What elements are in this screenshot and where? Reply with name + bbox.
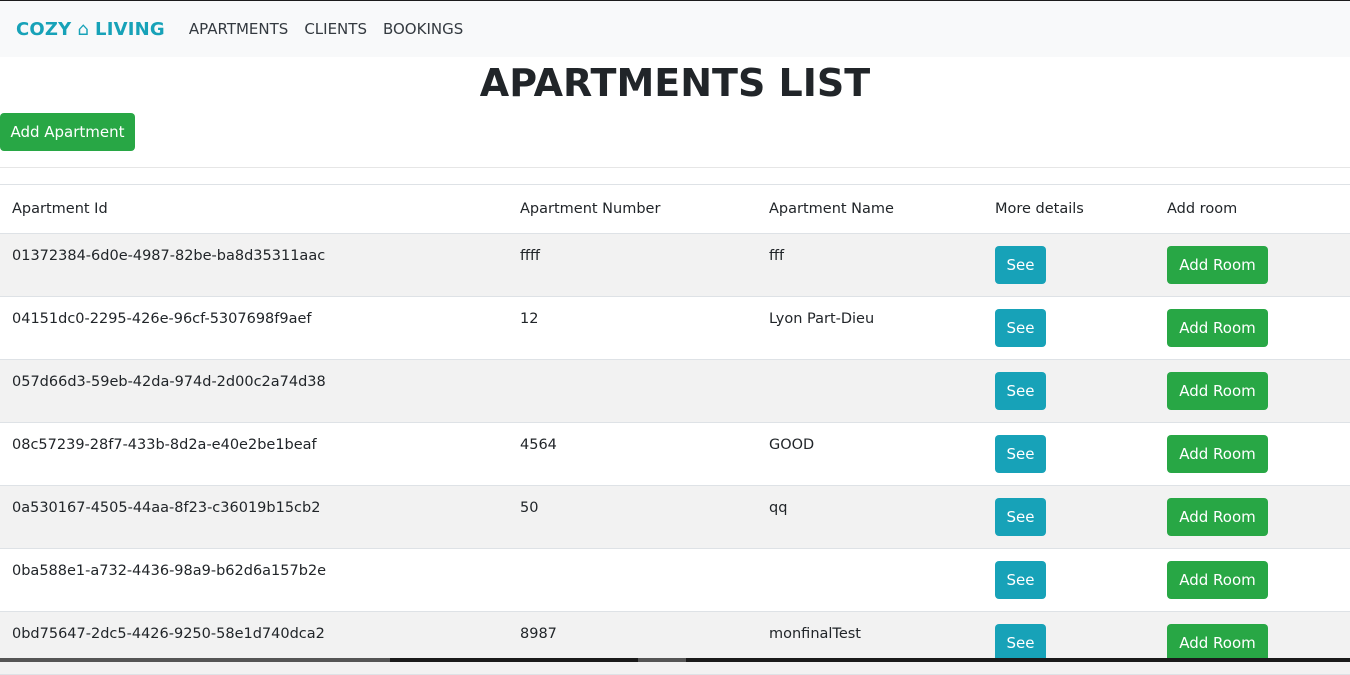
nav-link-clients[interactable]: CLIENTS [304,20,367,38]
cell-apartment-number: ffff [520,248,540,264]
scrollbar-thumb[interactable] [0,658,390,662]
add-apartment-button[interactable]: Add Apartment [0,113,135,151]
header-more-details: More details [983,184,1155,234]
cell-apartment-name: qq [769,500,788,516]
cell-apartment-number: 4564 [520,437,557,453]
add-room-button[interactable]: Add Room [1167,372,1268,410]
add-room-button[interactable]: Add Room [1167,561,1268,599]
house-icon: ⌂ [77,18,90,40]
table-row: 057d66d3-59eb-42da-974d-2d00c2a74d38 See… [0,359,1350,423]
horizontal-scrollbar[interactable] [0,658,1350,662]
apartments-table: Apartment Id Apartment Number Apartment … [0,184,1350,675]
cell-apartment-name: GOOD [769,437,815,453]
cell-apartment-id: 01372384-6d0e-4987-82be-ba8d35311aac [12,248,326,264]
cell-apartment-id: 08c57239-28f7-433b-8d2a-e40e2be1beaf [12,437,317,453]
top-navbar: COZY ⌂ LIVING APARTMENTS CLIENTS BOOKING… [0,0,1350,57]
page-title: APARTMENTS LIST [479,61,871,105]
table-row: 0bd75647-2dc5-4426-9250-58e1d740dca2 898… [0,611,1350,675]
cell-apartment-id: 0bd75647-2dc5-4426-9250-58e1d740dca2 [12,626,325,642]
nav-link-bookings[interactable]: BOOKINGS [383,20,463,38]
header-add-room: Add room [1155,184,1350,234]
scrollbar-segment [638,658,686,662]
cell-apartment-name: monfinalTest [769,626,861,642]
nav-link-apartments[interactable]: APARTMENTS [189,20,288,38]
cell-apartment-id: 04151dc0-2295-426e-96cf-5307698f9aef [12,311,312,327]
see-button[interactable]: See [995,246,1046,284]
add-room-button[interactable]: Add Room [1167,435,1268,473]
table-row: 0a530167-4505-44aa-8f23-c36019b15cb2 50 … [0,485,1350,549]
add-room-button[interactable]: Add Room [1167,246,1268,284]
see-button[interactable]: See [995,561,1046,599]
cell-apartment-name [757,549,983,612]
add-room-button[interactable]: Add Room [1167,624,1268,662]
add-room-button[interactable]: Add Room [1167,309,1268,347]
see-button[interactable]: See [995,498,1046,536]
cell-apartment-name: fff [769,248,785,264]
cell-apartment-number: 8987 [520,626,557,642]
see-button[interactable]: See [995,372,1046,410]
cell-apartment-id: 0ba588e1-a732-4436-98a9-b62d6a157b2e [12,563,327,579]
cell-apartment-name: Lyon Part-Dieu [769,311,875,327]
cell-apartment-id: 0a530167-4505-44aa-8f23-c36019b15cb2 [12,500,321,516]
divider [0,167,1350,168]
cell-apartment-number: 12 [520,311,539,327]
brand-text-left: COZY [16,18,72,40]
table-row: 0ba588e1-a732-4436-98a9-b62d6a157b2e See… [0,549,1350,612]
see-button[interactable]: See [995,624,1046,662]
table-row: 04151dc0-2295-426e-96cf-5307698f9aef 12 … [0,297,1350,360]
see-button[interactable]: See [995,309,1046,347]
cell-apartment-number [508,549,757,612]
see-button[interactable]: See [995,435,1046,473]
header-apartment-name: Apartment Name [757,184,983,234]
cell-apartment-number [508,360,757,423]
table-header-row: Apartment Id Apartment Number Apartment … [0,184,1350,234]
cell-apartment-name [757,360,983,423]
cell-apartment-number: 50 [520,500,539,516]
cell-apartment-id: 057d66d3-59eb-42da-974d-2d00c2a74d38 [12,374,326,390]
brand-text-right: LIVING [95,18,165,40]
add-room-button[interactable]: Add Room [1167,498,1268,536]
brand-logo[interactable]: COZY ⌂ LIVING [16,19,165,40]
header-apartment-number: Apartment Number [508,184,757,234]
header-apartment-id: Apartment Id [0,184,508,234]
table-row: 08c57239-28f7-433b-8d2a-e40e2be1beaf 456… [0,423,1350,486]
table-row: 01372384-6d0e-4987-82be-ba8d35311aac fff… [0,233,1350,297]
